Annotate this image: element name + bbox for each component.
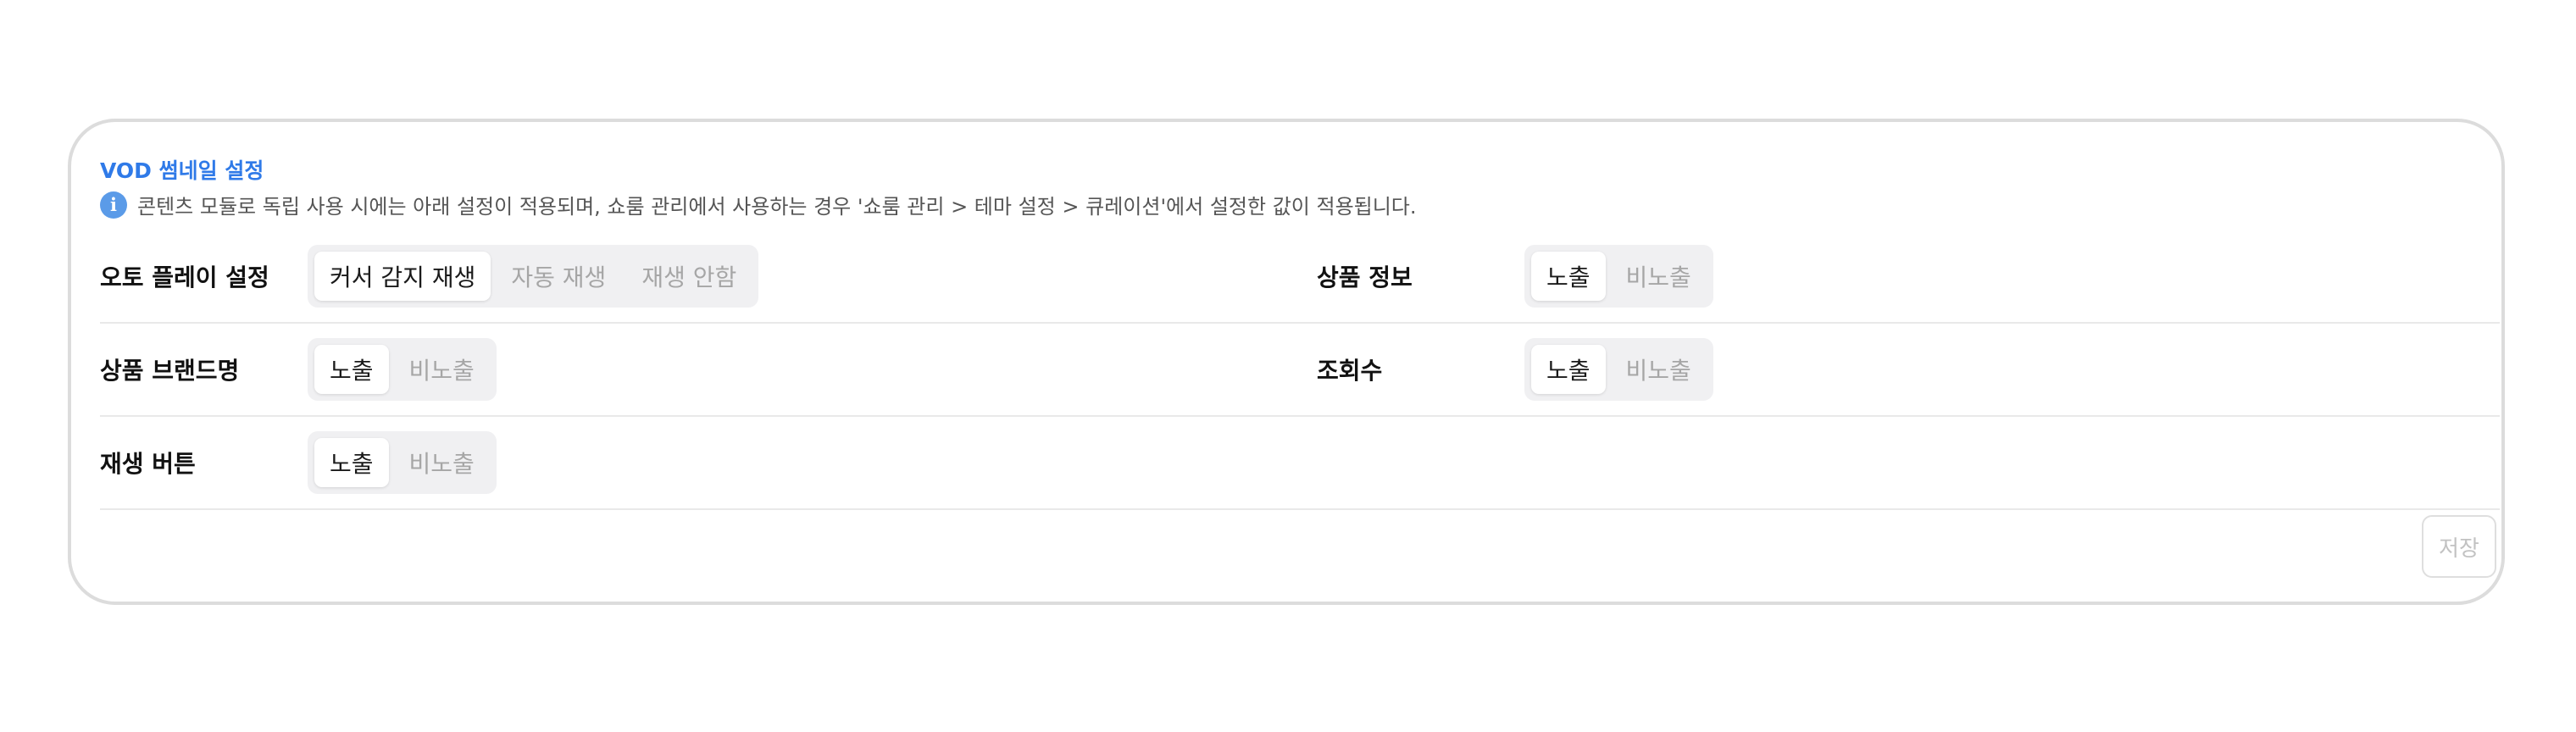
settings-row: 재생 버튼 노출 비노출 [100, 417, 2500, 510]
play-button-option-show[interactable]: 노출 [314, 438, 389, 487]
play-button-segmented-control: 노출 비노출 [308, 431, 497, 494]
info-text: 콘텐츠 모듈로 독립 사용 시에는 아래 설정이 적용되며, 쇼룸 관리에서 사… [137, 195, 1417, 219]
setting-play-button: 재생 버튼 노출 비노출 [100, 417, 497, 508]
settings-row: 상품 브랜드명 노출 비노출 조회수 노출 비노출 [100, 324, 2500, 417]
autoplay-option-cursor[interactable]: 커서 감지 재생 [314, 252, 491, 301]
brand-name-segmented-control: 노출 비노출 [308, 338, 497, 401]
product-info-option-hide[interactable]: 비노출 [1611, 252, 1707, 301]
section-title: VOD 썸네일 설정 [100, 158, 264, 183]
vod-thumbnail-settings-card: VOD 썸네일 설정 i 콘텐츠 모듈로 독립 사용 시에는 아래 설정이 적용… [68, 119, 2505, 605]
play-button-option-hide[interactable]: 비노출 [394, 438, 490, 487]
view-count-option-show[interactable]: 노출 [1531, 345, 1606, 394]
setting-label-play-button: 재생 버튼 [100, 450, 196, 478]
brand-name-option-hide[interactable]: 비노출 [394, 345, 490, 394]
product-info-option-show[interactable]: 노출 [1531, 252, 1606, 301]
info-icon: i [100, 191, 127, 219]
autoplay-option-off[interactable]: 재생 안함 [626, 252, 752, 301]
setting-label-autoplay: 오토 플레이 설정 [100, 263, 269, 291]
save-button[interactable]: 저장 [2422, 515, 2496, 578]
setting-product-info: 상품 정보 노출 비노출 [1317, 230, 1713, 322]
setting-brand-name: 상품 브랜드명 노출 비노출 [100, 324, 497, 415]
setting-autoplay: 오토 플레이 설정 커서 감지 재생 자동 재생 재생 안함 [100, 230, 759, 322]
setting-label-view-count: 조회수 [1317, 357, 1383, 385]
brand-name-option-show[interactable]: 노출 [314, 345, 389, 394]
setting-label-product-info: 상품 정보 [1317, 263, 1413, 291]
view-count-option-hide[interactable]: 비노출 [1611, 345, 1707, 394]
info-notice: i 콘텐츠 모듈로 독립 사용 시에는 아래 설정이 적용되며, 쇼룸 관리에서… [100, 190, 1417, 219]
settings-row: 오토 플레이 설정 커서 감지 재생 자동 재생 재생 안함 상품 정보 노출 … [100, 230, 2500, 324]
view-count-segmented-control: 노출 비노출 [1524, 338, 1713, 401]
autoplay-segmented-control: 커서 감지 재생 자동 재생 재생 안함 [308, 245, 759, 308]
autoplay-option-auto[interactable]: 자동 재생 [496, 252, 621, 301]
setting-label-brand-name: 상품 브랜드명 [100, 357, 240, 385]
setting-view-count: 조회수 노출 비노출 [1317, 324, 1713, 415]
product-info-segmented-control: 노출 비노출 [1524, 245, 1713, 308]
